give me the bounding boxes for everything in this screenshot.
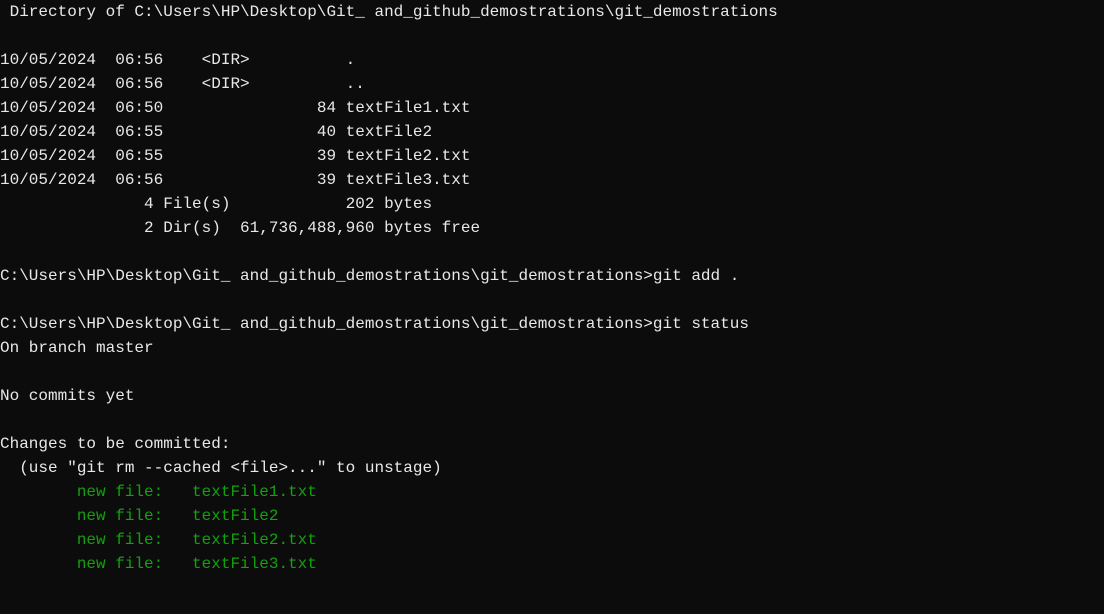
unstage-hint: (use "git rm --cached <file>..." to unst… (0, 459, 442, 477)
prompt: C:\Users\HP\Desktop\Git_ and_github_demo… (0, 267, 653, 285)
command-git-add: git add . (653, 267, 739, 285)
no-commits-msg: No commits yet (0, 387, 134, 405)
new-file-entry: new file: textFile2.txt (0, 531, 317, 549)
new-file-entry: new file: textFile2 (0, 507, 278, 525)
dir-entry: 10/05/2024 06:56 39 textFile3.txt (0, 171, 470, 189)
dir-entry: 10/05/2024 06:56 <DIR> .. (0, 75, 365, 93)
dir-entry: 10/05/2024 06:55 39 textFile2.txt (0, 147, 470, 165)
new-file-entry: new file: textFile3.txt (0, 555, 317, 573)
dir-summary-files: 4 File(s) 202 bytes (0, 195, 432, 213)
new-file-entry: new file: textFile1.txt (0, 483, 317, 501)
directory-header: Directory of C:\Users\HP\Desktop\Git_ an… (0, 3, 778, 21)
dir-summary-dirs: 2 Dir(s) 61,736,488,960 bytes free (0, 219, 480, 237)
dir-entry: 10/05/2024 06:56 <DIR> . (0, 51, 355, 69)
branch-info: On branch master (0, 339, 154, 357)
prompt: C:\Users\HP\Desktop\Git_ and_github_demo… (0, 315, 653, 333)
terminal-output[interactable]: Directory of C:\Users\HP\Desktop\Git_ an… (0, 0, 1104, 576)
command-git-status: git status (653, 315, 749, 333)
dir-entry: 10/05/2024 06:50 84 textFile1.txt (0, 99, 470, 117)
dir-entry: 10/05/2024 06:55 40 textFile2 (0, 123, 432, 141)
changes-header: Changes to be committed: (0, 435, 230, 453)
